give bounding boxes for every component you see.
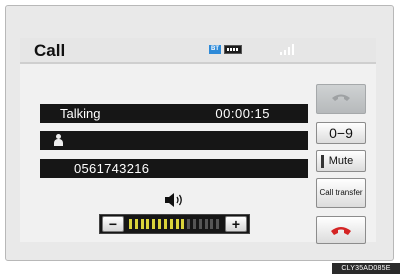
volume-segment-off bbox=[192, 219, 196, 229]
phone-number-bar: 0561743216 bbox=[40, 159, 308, 178]
call-duration: 00:00:15 bbox=[215, 106, 270, 121]
speaker-icon bbox=[165, 193, 182, 207]
volume-segment-off bbox=[210, 219, 214, 229]
phone-off-hook-icon bbox=[332, 94, 350, 101]
volume-segment-on bbox=[134, 219, 138, 229]
phone-hang-up-icon bbox=[331, 227, 351, 235]
battery-icon bbox=[224, 45, 242, 54]
call-status-bar: Talking 00:00:15 bbox=[40, 104, 308, 123]
volume-segment-on bbox=[169, 219, 173, 229]
volume-segment-on bbox=[175, 219, 179, 229]
contact-name-bar bbox=[40, 131, 308, 150]
header-bar: Call BT bbox=[20, 38, 376, 64]
volume-down-button[interactable]: − bbox=[102, 216, 124, 232]
volume-up-button[interactable]: + bbox=[225, 216, 247, 232]
volume-segment-on bbox=[158, 219, 162, 229]
call-status-label: Talking bbox=[60, 106, 101, 121]
keypad-button[interactable]: 0−9 bbox=[316, 122, 366, 144]
mute-label: Mute bbox=[328, 155, 354, 167]
signal-strength-icon bbox=[280, 44, 296, 55]
call-transfer-button[interactable]: Call transfer bbox=[316, 178, 366, 208]
hang-up-button[interactable] bbox=[316, 216, 366, 244]
page-title: Call bbox=[34, 41, 66, 60]
volume-segment-on bbox=[163, 219, 167, 229]
volume-segment-on bbox=[181, 219, 185, 229]
volume-segment-on bbox=[152, 219, 156, 229]
volume-control: − + bbox=[99, 214, 250, 234]
volume-segment-off bbox=[198, 219, 202, 229]
volume-segment-off bbox=[187, 219, 191, 229]
answer-call-button[interactable] bbox=[316, 84, 366, 114]
volume-segment-on bbox=[140, 219, 144, 229]
bluetooth-icon: BT bbox=[209, 45, 221, 54]
mute-button[interactable]: Mute bbox=[316, 150, 366, 172]
phone-number: 0561743216 bbox=[74, 161, 150, 176]
mute-indicator bbox=[321, 155, 324, 168]
volume-segment-on bbox=[129, 219, 132, 229]
volume-level-bar[interactable] bbox=[128, 219, 221, 229]
volume-segment-off bbox=[204, 219, 208, 229]
volume-segment-off bbox=[216, 219, 220, 229]
image-caption: CLY35AD085E bbox=[332, 263, 400, 274]
person-icon bbox=[54, 134, 63, 146]
volume-segment-on bbox=[146, 219, 150, 229]
